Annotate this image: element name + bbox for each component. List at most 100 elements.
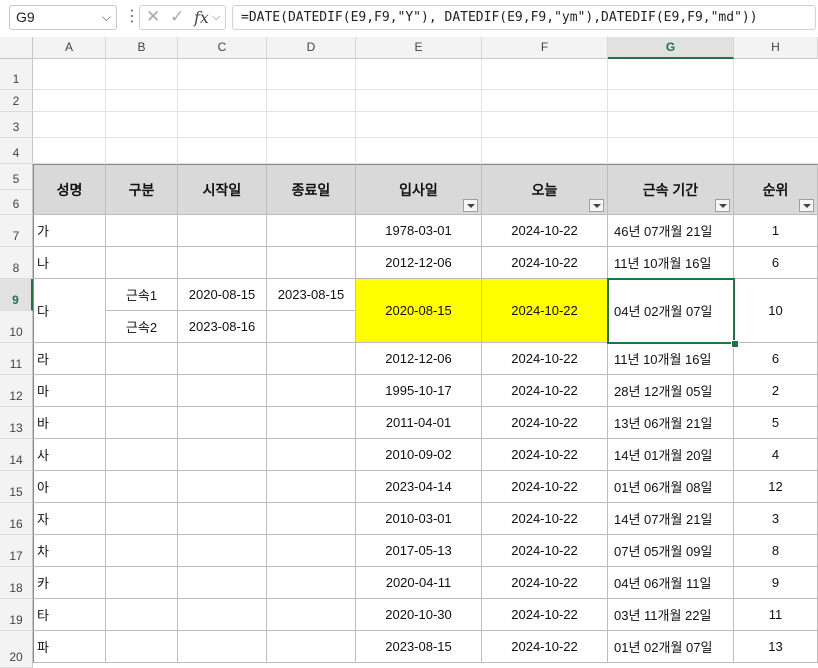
name-box[interactable]: G9 ⌵ bbox=[9, 5, 117, 30]
hire-date-cell[interactable]: 2011-04-01 bbox=[356, 407, 482, 439]
rank-cell[interactable]: 10 bbox=[734, 279, 818, 343]
column-header-d[interactable]: D bbox=[267, 37, 356, 59]
today-cell[interactable]: 2024-10-22 bbox=[482, 503, 608, 535]
name-cell[interactable]: 다 bbox=[33, 279, 106, 343]
row-header-5[interactable]: 5 bbox=[0, 164, 33, 190]
header-hire[interactable]: 입사일 bbox=[356, 164, 482, 215]
category-cell[interactable] bbox=[106, 375, 178, 407]
chevron-down-icon[interactable]: ⌵ bbox=[102, 6, 111, 29]
rank-cell[interactable]: 1 bbox=[734, 215, 818, 247]
category-cell[interactable] bbox=[106, 215, 178, 247]
hire-date-cell[interactable]: 2012-12-06 bbox=[356, 247, 482, 279]
tenure-cell[interactable]: 11년 10개월 16일 bbox=[608, 247, 734, 279]
tenure-cell[interactable]: 04년 06개월 11일 bbox=[608, 567, 734, 599]
category-cell[interactable]: 근속1 bbox=[106, 279, 178, 311]
name-cell[interactable]: 바 bbox=[33, 407, 106, 439]
today-cell[interactable]: 2024-10-22 bbox=[482, 215, 608, 247]
select-all-corner[interactable] bbox=[0, 37, 33, 59]
column-header-g[interactable]: G bbox=[608, 37, 734, 59]
hire-date-cell[interactable]: 2012-12-06 bbox=[356, 343, 482, 375]
start-date-cell[interactable]: 2023-08-16 bbox=[178, 311, 267, 343]
start-date-cell[interactable] bbox=[178, 535, 267, 567]
name-cell[interactable]: 마 bbox=[33, 375, 106, 407]
today-cell[interactable]: 2024-10-22 bbox=[482, 407, 608, 439]
tenure-cell[interactable]: 04년 02개월 07일 bbox=[608, 279, 734, 343]
end-date-cell[interactable] bbox=[267, 311, 356, 343]
start-date-cell[interactable] bbox=[178, 599, 267, 631]
rank-cell[interactable]: 9 bbox=[734, 567, 818, 599]
hire-date-cell[interactable]: 2020-10-30 bbox=[356, 599, 482, 631]
category-cell[interactable] bbox=[106, 407, 178, 439]
start-date-cell[interactable] bbox=[178, 247, 267, 279]
header-rank[interactable]: 순위 bbox=[734, 164, 818, 215]
column-header-h[interactable]: H bbox=[734, 37, 818, 59]
hire-date-cell[interactable]: 2017-05-13 bbox=[356, 535, 482, 567]
hire-date-cell[interactable]: 2023-08-15 bbox=[356, 631, 482, 663]
end-date-cell[interactable] bbox=[267, 503, 356, 535]
name-cell[interactable]: 라 bbox=[33, 343, 106, 375]
row-header-8[interactable]: 8 bbox=[0, 247, 33, 279]
row-header-2[interactable]: 2 bbox=[0, 90, 33, 112]
end-date-cell[interactable] bbox=[267, 407, 356, 439]
today-cell[interactable]: 2024-10-22 bbox=[482, 439, 608, 471]
name-cell[interactable]: 카 bbox=[33, 567, 106, 599]
end-date-cell[interactable] bbox=[267, 535, 356, 567]
name-cell[interactable]: 가 bbox=[33, 215, 106, 247]
tenure-cell[interactable]: 14년 07개월 21일 bbox=[608, 503, 734, 535]
category-cell[interactable]: 근속2 bbox=[106, 311, 178, 343]
start-date-cell[interactable] bbox=[178, 503, 267, 535]
category-cell[interactable] bbox=[106, 247, 178, 279]
tenure-cell[interactable]: 07년 05개월 09일 bbox=[608, 535, 734, 567]
tenure-cell[interactable]: 14년 01개월 20일 bbox=[608, 439, 734, 471]
today-cell[interactable]: 2024-10-22 bbox=[482, 279, 608, 343]
filter-dropdown-icon[interactable] bbox=[799, 199, 814, 212]
end-date-cell[interactable] bbox=[267, 471, 356, 503]
name-cell[interactable]: 나 bbox=[33, 247, 106, 279]
hire-date-cell[interactable]: 2010-03-01 bbox=[356, 503, 482, 535]
tenure-cell[interactable]: 11년 10개월 16일 bbox=[608, 343, 734, 375]
today-cell[interactable]: 2024-10-22 bbox=[482, 247, 608, 279]
tenure-cell[interactable]: 28년 12개월 05일 bbox=[608, 375, 734, 407]
end-date-cell[interactable] bbox=[267, 375, 356, 407]
insert-function-icon[interactable]: fx bbox=[194, 8, 209, 27]
hire-date-cell[interactable]: 2020-08-15 bbox=[356, 279, 482, 343]
header-end[interactable]: 종료일 bbox=[267, 164, 356, 215]
row-header-1[interactable]: 1 bbox=[0, 59, 33, 90]
category-cell[interactable] bbox=[106, 503, 178, 535]
column-header-f[interactable]: F bbox=[482, 37, 608, 59]
hire-date-cell[interactable]: 2023-04-14 bbox=[356, 471, 482, 503]
tenure-cell[interactable]: 01년 06개월 08일 bbox=[608, 471, 734, 503]
row-header-15[interactable]: 15 bbox=[0, 471, 33, 503]
row-header-12[interactable]: 12 bbox=[0, 375, 33, 407]
row-header-6[interactable]: 6 bbox=[0, 190, 33, 215]
start-date-cell[interactable] bbox=[178, 567, 267, 599]
rank-cell[interactable]: 2 bbox=[734, 375, 818, 407]
header-category[interactable]: 구분 bbox=[106, 164, 178, 215]
start-date-cell[interactable] bbox=[178, 439, 267, 471]
row-header-14[interactable]: 14 bbox=[0, 439, 33, 471]
filter-dropdown-icon[interactable] bbox=[715, 199, 730, 212]
column-header-b[interactable]: B bbox=[106, 37, 178, 59]
end-date-cell[interactable] bbox=[267, 247, 356, 279]
name-cell[interactable]: 자 bbox=[33, 503, 106, 535]
name-cell[interactable]: 아 bbox=[33, 471, 106, 503]
today-cell[interactable]: 2024-10-22 bbox=[482, 343, 608, 375]
category-cell[interactable] bbox=[106, 535, 178, 567]
formula-input[interactable]: =DATE(DATEDIF(E9,F9,"Y"), DATEDIF(E9,F9,… bbox=[232, 5, 816, 30]
today-cell[interactable]: 2024-10-22 bbox=[482, 567, 608, 599]
today-cell[interactable]: 2024-10-22 bbox=[482, 471, 608, 503]
hire-date-cell[interactable]: 1995-10-17 bbox=[356, 375, 482, 407]
category-cell[interactable] bbox=[106, 631, 178, 663]
today-cell[interactable]: 2024-10-22 bbox=[482, 599, 608, 631]
row-header-19[interactable]: 19 bbox=[0, 599, 33, 631]
row-header-17[interactable]: 17 bbox=[0, 535, 33, 567]
rank-cell[interactable]: 8 bbox=[734, 535, 818, 567]
row-header-11[interactable]: 11 bbox=[0, 343, 33, 375]
start-date-cell[interactable] bbox=[178, 343, 267, 375]
filter-dropdown-icon[interactable] bbox=[589, 199, 604, 212]
tenure-cell[interactable]: 03년 11개월 22일 bbox=[608, 599, 734, 631]
column-header-e[interactable]: E bbox=[356, 37, 482, 59]
rank-cell[interactable]: 4 bbox=[734, 439, 818, 471]
rank-cell[interactable]: 3 bbox=[734, 503, 818, 535]
row-header-10[interactable]: 10 bbox=[0, 311, 33, 343]
